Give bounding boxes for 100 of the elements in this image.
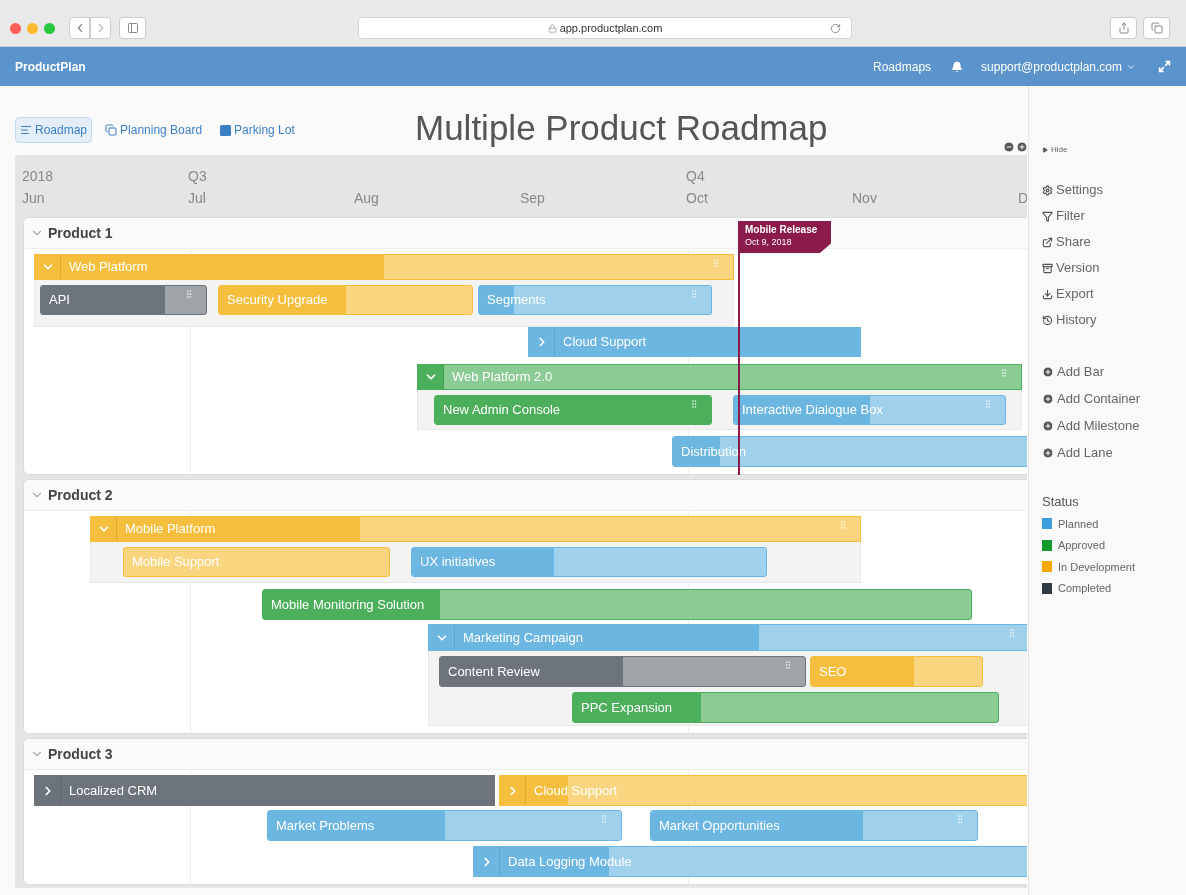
roadmap-bar[interactable]: Mobile Monitoring Solution <box>262 589 972 620</box>
container-bar[interactable]: Localized CRM <box>34 775 495 806</box>
roadmap-bar[interactable]: Market Problems <box>267 810 622 841</box>
quarter-label: Q3 <box>188 167 208 186</box>
panel-action[interactable]: Version <box>1042 258 1186 278</box>
expand-icon[interactable] <box>1158 60 1171 73</box>
sidebar-toggle-button[interactable] <box>119 17 146 39</box>
url-text: app.productplan.com <box>559 20 663 36</box>
roadmap-bar[interactable]: PPC Expansion <box>572 692 999 723</box>
bar-label: UX initiatives <box>419 553 496 572</box>
quarter-label: Q4 <box>686 167 706 186</box>
roadmap-bar[interactable]: Segments <box>478 285 712 315</box>
forward-button[interactable] <box>90 17 111 39</box>
grip-icon[interactable] <box>783 660 793 670</box>
brand-name[interactable]: ProductPlan <box>15 57 86 76</box>
bar-label: PPC Expansion <box>580 698 673 717</box>
container-bar[interactable]: Mobile Platform <box>90 516 861 542</box>
close-window-button[interactable] <box>10 22 21 34</box>
grip-icon[interactable] <box>184 289 194 299</box>
roadmap-bar[interactable]: Market Opportunities <box>650 810 978 841</box>
parking-icon <box>220 124 232 136</box>
quarter-label: 2018 <box>22 167 55 186</box>
back-button[interactable] <box>69 17 90 39</box>
panel-action[interactable]: Filter <box>1042 206 1186 226</box>
bar-label: Market Problems <box>275 816 375 835</box>
grip-icon[interactable] <box>689 399 699 409</box>
container-bar[interactable]: Web Platform 2.0 <box>417 364 1022 390</box>
account-menu[interactable]: support@productplan.com <box>981 57 1136 76</box>
bar-label: Mobile Support <box>131 553 220 572</box>
month-label: Sep <box>520 189 546 208</box>
roadmap-bar[interactable]: SEO <box>810 656 983 687</box>
zoom-out-icon[interactable] <box>1003 141 1015 153</box>
bar-label: Market Opportunities <box>658 816 780 835</box>
bell-icon[interactable] <box>951 60 964 73</box>
container-bar[interactable]: Marketing Campaign <box>428 624 1027 651</box>
container-bar[interactable]: Cloud Support <box>499 775 1027 806</box>
plus-circle-icon <box>1042 365 1054 378</box>
container-bar[interactable]: Cloud Support <box>528 327 861 357</box>
add-action[interactable]: Add Bar <box>1042 362 1186 381</box>
zoom-in-icon[interactable] <box>1016 141 1028 153</box>
panel-action[interactable]: Export <box>1042 284 1186 304</box>
roadmap-bar[interactable]: API <box>40 285 207 315</box>
grip-icon[interactable] <box>599 814 609 824</box>
bar-label: New Admin Console <box>442 401 561 420</box>
settings-icon <box>1042 184 1053 196</box>
tabs-icon <box>1150 22 1163 34</box>
plus-circle-icon <box>1042 446 1054 459</box>
bar-label: Marketing Campaign <box>462 628 583 647</box>
share-icon <box>1117 22 1130 34</box>
view-tab[interactable]: Roadmap <box>15 117 93 143</box>
grip-icon[interactable] <box>1007 628 1017 638</box>
roadmap-bar[interactable]: Security Upgrade <box>218 285 473 315</box>
lane-title: Product 1 <box>48 223 113 243</box>
bar-label: Localized CRM <box>68 781 158 800</box>
roadmap-bar[interactable]: UX initiatives <box>411 547 767 577</box>
address-bar[interactable]: app.productplan.com <box>358 17 852 39</box>
bar-label: Cloud Support <box>533 781 618 800</box>
roadmap-bar[interactable]: Content Review <box>439 656 806 687</box>
copy-icon <box>105 124 118 136</box>
share-button[interactable] <box>1110 17 1137 39</box>
bar-label: Segments <box>486 291 546 310</box>
nav-link[interactable]: Roadmaps <box>873 57 932 76</box>
grip-icon[interactable] <box>983 399 993 409</box>
lock-icon <box>547 23 557 33</box>
tabs-button[interactable] <box>1143 17 1170 39</box>
reload-icon[interactable] <box>830 22 841 34</box>
panel-action[interactable]: History <box>1042 310 1186 330</box>
view-tab[interactable]: Planning Board <box>100 117 208 143</box>
grip-icon[interactable] <box>999 368 1009 378</box>
zoom-window-button[interactable] <box>44 22 55 34</box>
status-label: Completed <box>1058 581 1112 596</box>
grip-icon[interactable] <box>689 289 699 299</box>
lane-title: Product 3 <box>48 744 113 764</box>
minimize-window-button[interactable] <box>27 22 38 34</box>
container-bar[interactable]: Data Logging Module <box>473 846 1027 877</box>
roadmap-bar[interactable]: Interactive Dialogue Box <box>733 395 1006 425</box>
panel-action[interactable]: Share <box>1042 232 1186 252</box>
grip-icon[interactable] <box>955 814 965 824</box>
grip-icon[interactable] <box>711 258 721 268</box>
container-bar[interactable]: Web Platform <box>34 254 734 280</box>
milestone-flag[interactable]: Mobile Release Oct 9, 2018 <box>738 221 831 253</box>
roadmap-bar[interactable]: New Admin Console <box>434 395 712 425</box>
status-label: Approved <box>1058 538 1106 553</box>
month-label: Jun <box>22 189 46 208</box>
add-action[interactable]: Add Lane <box>1042 443 1186 462</box>
plus-circle-icon <box>1042 392 1054 405</box>
archive-icon <box>1042 262 1053 274</box>
collapse-toggle[interactable] <box>418 365 444 389</box>
add-action[interactable]: Add Milestone <box>1042 416 1186 435</box>
hide-toggle[interactable]: Hide <box>1042 144 1068 156</box>
month-label: Nov <box>852 189 878 208</box>
list-icon <box>20 124 32 136</box>
status-label: In Development <box>1058 559 1136 575</box>
panel-action[interactable]: Settings <box>1042 180 1186 200</box>
view-tab[interactable]: Parking Lot <box>215 117 300 143</box>
bar-label: Web Platform <box>68 258 148 277</box>
history-icon <box>1042 314 1053 326</box>
add-action[interactable]: Add Container <box>1042 389 1186 408</box>
grip-icon[interactable] <box>838 520 848 530</box>
share-icon <box>1042 236 1053 248</box>
